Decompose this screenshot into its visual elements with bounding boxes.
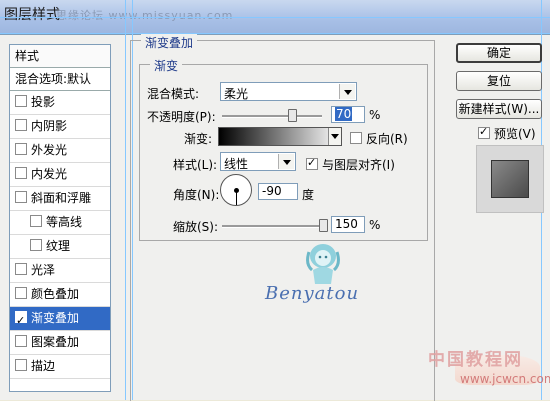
blend-mode-value: 柔光 bbox=[224, 87, 249, 101]
scale-label: 缩放(S): bbox=[173, 220, 219, 234]
group-title: 渐变叠加 bbox=[141, 34, 198, 51]
opacity-input[interactable]: 70 bbox=[331, 106, 365, 123]
checkbox-icon[interactable] bbox=[15, 263, 27, 275]
checkbox-icon[interactable] bbox=[15, 143, 27, 155]
effect-item[interactable]: 投影 bbox=[10, 91, 110, 115]
angle-label: 角度(N): bbox=[173, 188, 220, 202]
effect-item-label: 纹理 bbox=[46, 239, 71, 253]
layer-style-dialog: 图层样式 思缘论坛 www.missyuan.com 样式 混合选项:默认 投影… bbox=[0, 0, 550, 401]
effect-item[interactable]: 内发光 bbox=[10, 163, 110, 187]
guide-line bbox=[0, 17, 550, 18]
checkbox-icon[interactable] bbox=[478, 125, 490, 139]
checkbox-icon[interactable] bbox=[15, 287, 27, 299]
checkbox-icon[interactable] bbox=[15, 335, 27, 347]
effect-item-label: 内发光 bbox=[31, 167, 68, 181]
checkbox-icon[interactable] bbox=[350, 132, 362, 144]
checkbox-icon[interactable] bbox=[306, 156, 318, 170]
effect-item-label: 斜面和浮雕 bbox=[31, 191, 92, 205]
title-watermark: 思缘论坛 www.missyuan.com bbox=[56, 9, 234, 22]
new-style-button[interactable]: 新建样式(W)... bbox=[456, 99, 542, 119]
effect-item[interactable]: 斜面和浮雕 bbox=[10, 187, 110, 211]
opacity-label: 不透明度(P): bbox=[147, 110, 216, 124]
effect-item[interactable]: 外发光 bbox=[10, 139, 110, 163]
chevron-down-icon bbox=[339, 84, 355, 99]
opacity-slider[interactable] bbox=[222, 115, 322, 118]
angle-unit: 度 bbox=[302, 188, 315, 202]
effect-item[interactable]: 渐变叠加 bbox=[10, 307, 110, 332]
chevron-down-icon bbox=[278, 154, 294, 169]
site-watermark: 中国教程网 bbox=[428, 350, 523, 370]
effect-item-label: 内阴影 bbox=[31, 119, 68, 133]
effect-item-label: 投影 bbox=[31, 95, 56, 109]
styles-header[interactable]: 样式 bbox=[10, 45, 110, 68]
opacity-slider-thumb[interactable] bbox=[288, 109, 297, 122]
angle-dial-center bbox=[234, 188, 239, 193]
scale-slider-thumb[interactable] bbox=[319, 219, 328, 232]
checkbox-icon[interactable] bbox=[15, 95, 27, 107]
effect-item-label: 等高线 bbox=[46, 215, 83, 229]
blend-mode-select[interactable]: 柔光 bbox=[220, 82, 357, 101]
window-title: 图层样式 bbox=[4, 7, 60, 23]
blend-options-item[interactable]: 混合选项:默认 bbox=[10, 68, 110, 91]
effect-item[interactable]: 描边 bbox=[10, 355, 110, 379]
align-with-layer-checkbox[interactable]: 与图层对齐(I) bbox=[306, 156, 395, 173]
gradient-picker[interactable] bbox=[218, 127, 342, 146]
gradient-label: 渐变: bbox=[184, 132, 213, 146]
style-select[interactable]: 线性 bbox=[220, 152, 296, 171]
effects-list: 投影内阴影外发光内发光斜面和浮雕等高线纹理光泽颜色叠加渐变叠加图案叠加描边 bbox=[10, 91, 110, 379]
chevron-down-icon[interactable] bbox=[328, 128, 341, 145]
angle-input[interactable]: -90 bbox=[258, 183, 298, 200]
effect-item[interactable]: 内阴影 bbox=[10, 115, 110, 139]
scale-input[interactable]: 150 bbox=[331, 216, 365, 233]
guide-line bbox=[125, 0, 126, 400]
checkbox-icon[interactable] bbox=[30, 239, 42, 251]
checkbox-icon[interactable] bbox=[15, 359, 27, 371]
scale-unit: % bbox=[369, 218, 381, 232]
effect-item-label: 外发光 bbox=[31, 143, 68, 157]
blend-mode-label: 混合模式: bbox=[147, 87, 200, 101]
effect-item-label: 光泽 bbox=[31, 263, 56, 277]
guide-line bbox=[0, 33, 550, 34]
checkbox-icon[interactable] bbox=[15, 309, 27, 332]
checkbox-icon[interactable] bbox=[30, 215, 42, 227]
style-label: 样式(L): bbox=[173, 158, 218, 172]
site-url-watermark: www.jcwcn.com bbox=[460, 372, 550, 386]
effect-item[interactable]: 纹理 bbox=[10, 235, 110, 259]
reverse-checkbox[interactable]: 反向(R) bbox=[350, 130, 408, 147]
brand-watermark: Benyatou bbox=[265, 283, 360, 304]
style-preview bbox=[476, 145, 544, 213]
checkbox-icon[interactable] bbox=[15, 119, 27, 131]
angle-dial[interactable] bbox=[220, 174, 252, 206]
reset-button[interactable]: 复位 bbox=[456, 71, 542, 91]
styles-list: 样式 混合选项:默认 投影内阴影外发光内发光斜面和浮雕等高线纹理光泽颜色叠加渐变… bbox=[9, 44, 111, 392]
effect-item[interactable]: 颜色叠加 bbox=[10, 283, 110, 307]
effect-item[interactable]: 等高线 bbox=[10, 211, 110, 235]
preview-checkbox[interactable]: 预览(V) bbox=[478, 125, 536, 142]
style-value: 线性 bbox=[224, 157, 249, 171]
preview-swatch bbox=[491, 160, 529, 198]
subgroup-title: 渐变 bbox=[150, 57, 183, 74]
checkbox-icon[interactable] bbox=[15, 191, 27, 203]
effect-item-label: 渐变叠加 bbox=[31, 311, 80, 325]
effect-item[interactable]: 图案叠加 bbox=[10, 331, 110, 355]
effect-item[interactable]: 光泽 bbox=[10, 259, 110, 283]
ok-button[interactable]: 确定 bbox=[456, 43, 542, 63]
checkbox-icon[interactable] bbox=[15, 167, 27, 179]
scale-slider[interactable] bbox=[222, 225, 323, 228]
opacity-unit: % bbox=[369, 108, 381, 122]
effect-item-label: 颜色叠加 bbox=[31, 287, 80, 301]
effect-item-label: 描边 bbox=[31, 359, 56, 373]
effect-item-label: 图案叠加 bbox=[31, 335, 80, 349]
